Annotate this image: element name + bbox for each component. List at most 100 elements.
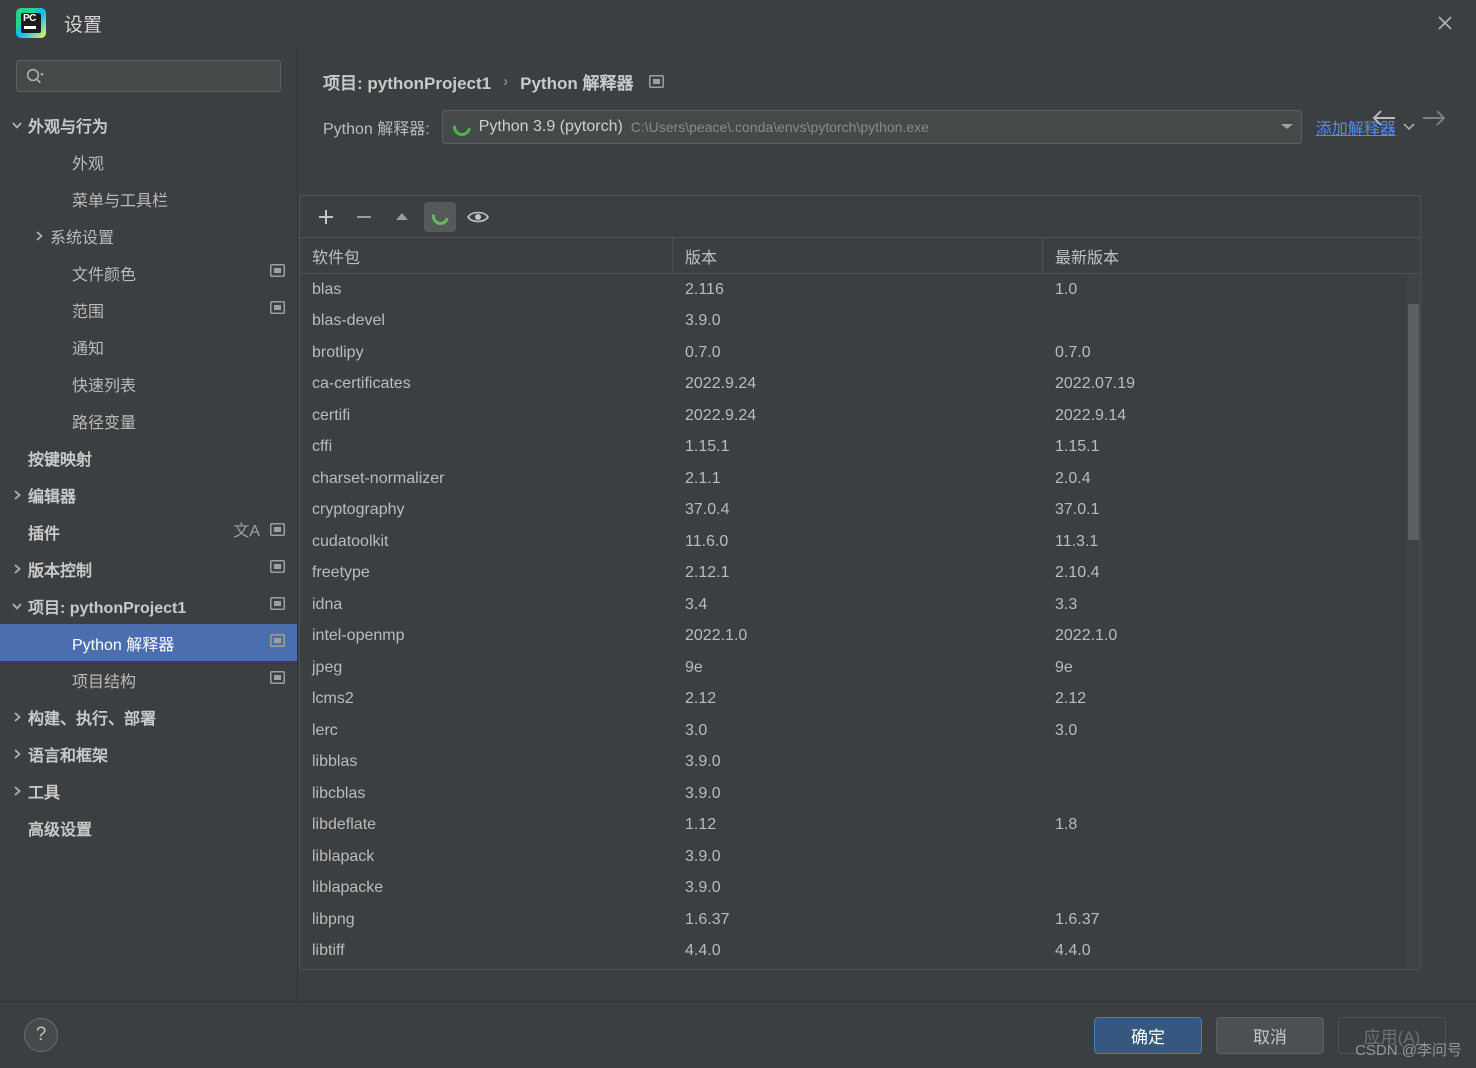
settings-sync-icon[interactable] xyxy=(270,263,285,282)
packages-rows-host: blas 2.116 1.0 blas-devel 3.9.0 brotlipy 0.7.0… xyxy=(300,274,1420,967)
interpreter-path: C:\Users\peace\.conda\envs\pytorch\pytho… xyxy=(630,119,929,135)
table-row[interactable]: idna 3.4 3.3 xyxy=(300,589,1420,621)
chevron-right-icon[interactable] xyxy=(6,784,28,798)
cell-package: idna xyxy=(312,595,343,613)
chevron-right-icon[interactable] xyxy=(6,710,28,724)
upgrade-package-button[interactable] xyxy=(386,202,418,232)
sidebar-item-2[interactable]: 菜单与工具栏 xyxy=(0,180,297,217)
table-row[interactable]: libcblas 3.9.0 xyxy=(300,778,1420,810)
cell-version: 3.9.0 xyxy=(685,879,721,897)
sidebar-item-9[interactable]: 按键映射 xyxy=(0,439,297,476)
table-row[interactable]: cryptography 37.0.4 37.0.1 xyxy=(300,495,1420,527)
column-header-package[interactable]: 软件包 xyxy=(300,238,673,273)
table-row[interactable]: freetype 2.12.1 2.10.4 xyxy=(300,558,1420,590)
sidebar-item-15[interactable]: 项目结构 xyxy=(0,661,297,698)
ok-button[interactable]: 确定 xyxy=(1094,1017,1202,1054)
settings-sync-icon[interactable] xyxy=(270,633,285,652)
chevron-right-icon[interactable] xyxy=(6,562,28,576)
cell-version: 2022.9.24 xyxy=(685,375,757,393)
cell-package: libdeflate xyxy=(312,816,377,834)
sidebar-item-label: 高级设置 xyxy=(28,821,93,839)
table-row[interactable]: intel-openmp 2022.1.0 2022.1.0 xyxy=(300,621,1420,653)
arrow-right-icon[interactable] xyxy=(1420,108,1448,133)
chevron-down-icon[interactable] xyxy=(6,118,28,132)
sidebar-item-3[interactable]: 系统设置 xyxy=(0,217,297,254)
sidebar-item-8[interactable]: 路径变量 xyxy=(0,402,297,439)
table-row[interactable]: libtiff 4.4.0 4.4.0 xyxy=(300,936,1420,968)
sidebar-item-18[interactable]: 工具 xyxy=(0,772,297,809)
chevron-right-icon[interactable] xyxy=(6,488,28,502)
column-header-version[interactable]: 版本 xyxy=(673,238,1043,273)
column-header-latest[interactable]: 最新版本 xyxy=(1043,238,1420,273)
title-bar: PC 设置 xyxy=(0,0,1476,46)
table-row[interactable]: blas 2.116 1.0 xyxy=(300,274,1420,306)
settings-sync-icon[interactable] xyxy=(270,670,285,689)
chevron-right-icon[interactable] xyxy=(28,229,50,243)
translate-icon: 文A xyxy=(233,522,260,540)
packages-scrollbar-thumb[interactable] xyxy=(1408,304,1419,540)
interpreter-combobox[interactable]: Python 3.9 (pytorch) C:\Users\peace\.con… xyxy=(441,110,1302,144)
table-row[interactable]: jpeg 9e 9e xyxy=(300,652,1420,684)
screen-glyph xyxy=(270,633,285,647)
table-row[interactable]: ca-certificates 2022.9.24 2022.07.19 xyxy=(300,369,1420,401)
cell-package: cffi xyxy=(312,438,333,456)
table-row[interactable]: lerc 3.0 3.0 xyxy=(300,715,1420,747)
sidebar-item-13[interactable]: 项目: pythonProject1 xyxy=(0,587,297,624)
cell-latest-version: 0.7.0 xyxy=(1055,343,1091,361)
chevron-down-icon[interactable] xyxy=(1269,118,1295,136)
sidebar-item-10[interactable]: 编辑器 xyxy=(0,476,297,513)
sidebar-item-7[interactable]: 快速列表 xyxy=(0,365,297,402)
refresh-packages-button[interactable] xyxy=(424,201,456,232)
show-early-releases-button[interactable] xyxy=(462,202,494,232)
table-row[interactable]: liblapack 3.9.0 xyxy=(300,841,1420,873)
sidebar-item-17[interactable]: 语言和框架 xyxy=(0,735,297,772)
search-wrapper xyxy=(0,46,297,102)
table-row[interactable]: liblapacke 3.9.0 xyxy=(300,873,1420,905)
settings-sync-icon[interactable] xyxy=(270,300,285,319)
loading-spinner-icon xyxy=(449,114,475,140)
settings-sync-icon[interactable] xyxy=(649,74,665,88)
sidebar-item-14[interactable]: Python 解释器 xyxy=(0,624,297,661)
chevron-down-icon[interactable] xyxy=(6,599,28,613)
search-input[interactable] xyxy=(51,68,272,84)
cell-package: ca-certificates xyxy=(312,375,411,393)
sidebar-item-16[interactable]: 构建、执行、部署 xyxy=(0,698,297,735)
close-icon[interactable] xyxy=(1414,0,1476,46)
add-package-button[interactable] xyxy=(310,202,342,232)
help-button[interactable]: ? xyxy=(24,1018,58,1052)
table-row[interactable]: brotlipy 0.7.0 0.7.0 xyxy=(300,337,1420,369)
search-box[interactable] xyxy=(16,60,281,92)
settings-sync-icon[interactable] xyxy=(270,596,285,615)
table-row[interactable]: libpng 1.6.37 1.6.37 xyxy=(300,904,1420,936)
chevron-right-icon[interactable] xyxy=(6,747,28,761)
screen-glyph xyxy=(649,74,665,88)
sidebar-item-0[interactable]: 外观与行为 xyxy=(0,106,297,143)
table-row[interactable]: blas-devel 3.9.0 xyxy=(300,306,1420,338)
plus-icon xyxy=(319,209,333,224)
table-row[interactable]: libdeflate 1.12 1.8 xyxy=(300,810,1420,842)
sidebar-item-11[interactable]: 插件 文A xyxy=(0,513,297,550)
cell-version: 2.1.1 xyxy=(685,469,721,487)
remove-package-button[interactable] xyxy=(348,202,380,232)
sidebar-item-5[interactable]: 范围 xyxy=(0,291,297,328)
table-row[interactable]: cudatoolkit 11.6.0 11.3.1 xyxy=(300,526,1420,558)
sidebar-item-19[interactable]: 高级设置 xyxy=(0,809,297,846)
table-row[interactable]: libblas 3.9.0 xyxy=(300,747,1420,779)
sidebar-item-6[interactable]: 通知 xyxy=(0,328,297,365)
search-glyph xyxy=(26,68,44,84)
cancel-button[interactable]: 取消 xyxy=(1216,1017,1324,1054)
settings-sync-icon[interactable] xyxy=(270,522,285,541)
table-row[interactable]: lcms2 2.12 2.12 xyxy=(300,684,1420,716)
sidebar-item-1[interactable]: 外观 xyxy=(0,143,297,180)
screen-glyph xyxy=(270,263,285,277)
packages-scrollbar[interactable] xyxy=(1407,274,1420,968)
table-row[interactable]: charset-normalizer 2.1.1 2.0.4 xyxy=(300,463,1420,495)
table-row[interactable]: cffi 1.15.1 1.15.1 xyxy=(300,432,1420,464)
sidebar-item-4[interactable]: 文件颜色 xyxy=(0,254,297,291)
settings-sync-icon[interactable] xyxy=(270,559,285,578)
table-row[interactable]: certifi 2022.9.24 2022.9.14 xyxy=(300,400,1420,432)
sidebar-item-12[interactable]: 版本控制 xyxy=(0,550,297,587)
cell-latest-version: 11.3.1 xyxy=(1055,532,1099,550)
arrow-left-icon[interactable] xyxy=(1370,108,1398,133)
breadcrumb-project[interactable]: 项目: pythonProject1 xyxy=(323,69,491,94)
